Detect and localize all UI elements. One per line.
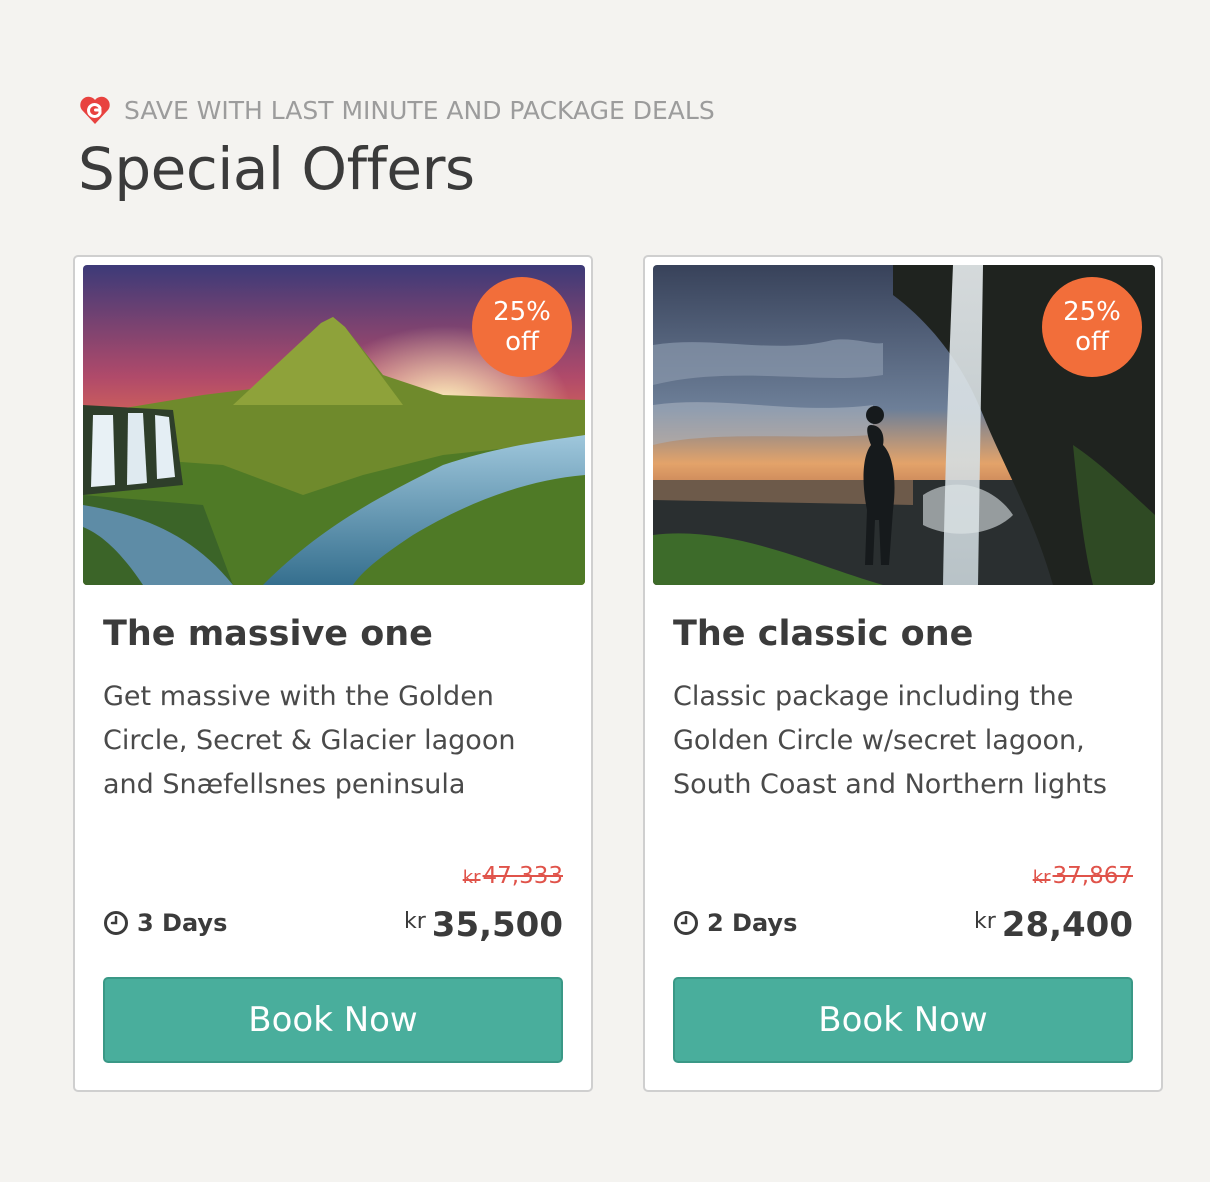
price-currency: kr	[404, 909, 426, 934]
offer-title[interactable]: The massive one	[103, 613, 563, 655]
old-price: kr47,333	[463, 863, 563, 889]
offer-description: Get massive with the Golden Circle, Secr…	[103, 681, 516, 800]
offer-body: The classic one Classic package includin…	[673, 613, 1133, 807]
clock-icon	[103, 910, 129, 936]
offer-image[interactable]: 25% off	[83, 265, 585, 585]
offer-body: The massive one Get massive with the Gol…	[103, 613, 563, 807]
price-currency: kr	[974, 909, 996, 934]
discount-off-label: off	[1075, 327, 1109, 357]
offer-card[interactable]: 25% off The massive one Get massive with…	[73, 255, 593, 1092]
duration: 2 Days	[673, 909, 797, 937]
price: kr 28,400	[974, 905, 1133, 945]
offer-card[interactable]: 25% off The classic one Classic package …	[643, 255, 1163, 1092]
offer-title[interactable]: The classic one	[673, 613, 1133, 655]
price-amount: 28,400	[1001, 905, 1133, 945]
old-price-currency: kr	[462, 867, 481, 888]
duration-label: 2 Days	[707, 909, 798, 937]
discount-off-label: off	[505, 327, 539, 357]
book-now-button[interactable]: Book Now	[673, 977, 1133, 1063]
book-now-button[interactable]: Book Now	[103, 977, 563, 1063]
duration: 3 Days	[103, 909, 227, 937]
old-price-currency: kr	[1032, 867, 1051, 888]
price: kr 35,500	[404, 905, 563, 945]
discount-percent: 25%	[493, 297, 551, 327]
price-amount: 35,500	[431, 905, 563, 945]
old-price: kr37,867	[1033, 863, 1133, 889]
eyebrow: SAVE WITH LAST MINUTE AND PACKAGE DEALS	[78, 92, 715, 128]
clock-icon	[673, 910, 699, 936]
old-price-amount: 47,333	[482, 863, 563, 889]
page-title: Special Offers	[78, 135, 475, 203]
duration-label: 3 Days	[137, 909, 228, 937]
offer-image[interactable]: 25% off	[653, 265, 1155, 585]
section-header: SAVE WITH LAST MINUTE AND PACKAGE DEALS …	[78, 92, 715, 203]
eyebrow-text: SAVE WITH LAST MINUTE AND PACKAGE DEALS	[124, 95, 715, 125]
old-price-amount: 37,867	[1052, 863, 1133, 889]
offer-description: Classic package including the Golden Cir…	[673, 681, 1107, 800]
brand-logo-icon	[78, 93, 112, 127]
discount-badge: 25% off	[472, 277, 572, 377]
discount-badge: 25% off	[1042, 277, 1142, 377]
discount-percent: 25%	[1063, 297, 1121, 327]
